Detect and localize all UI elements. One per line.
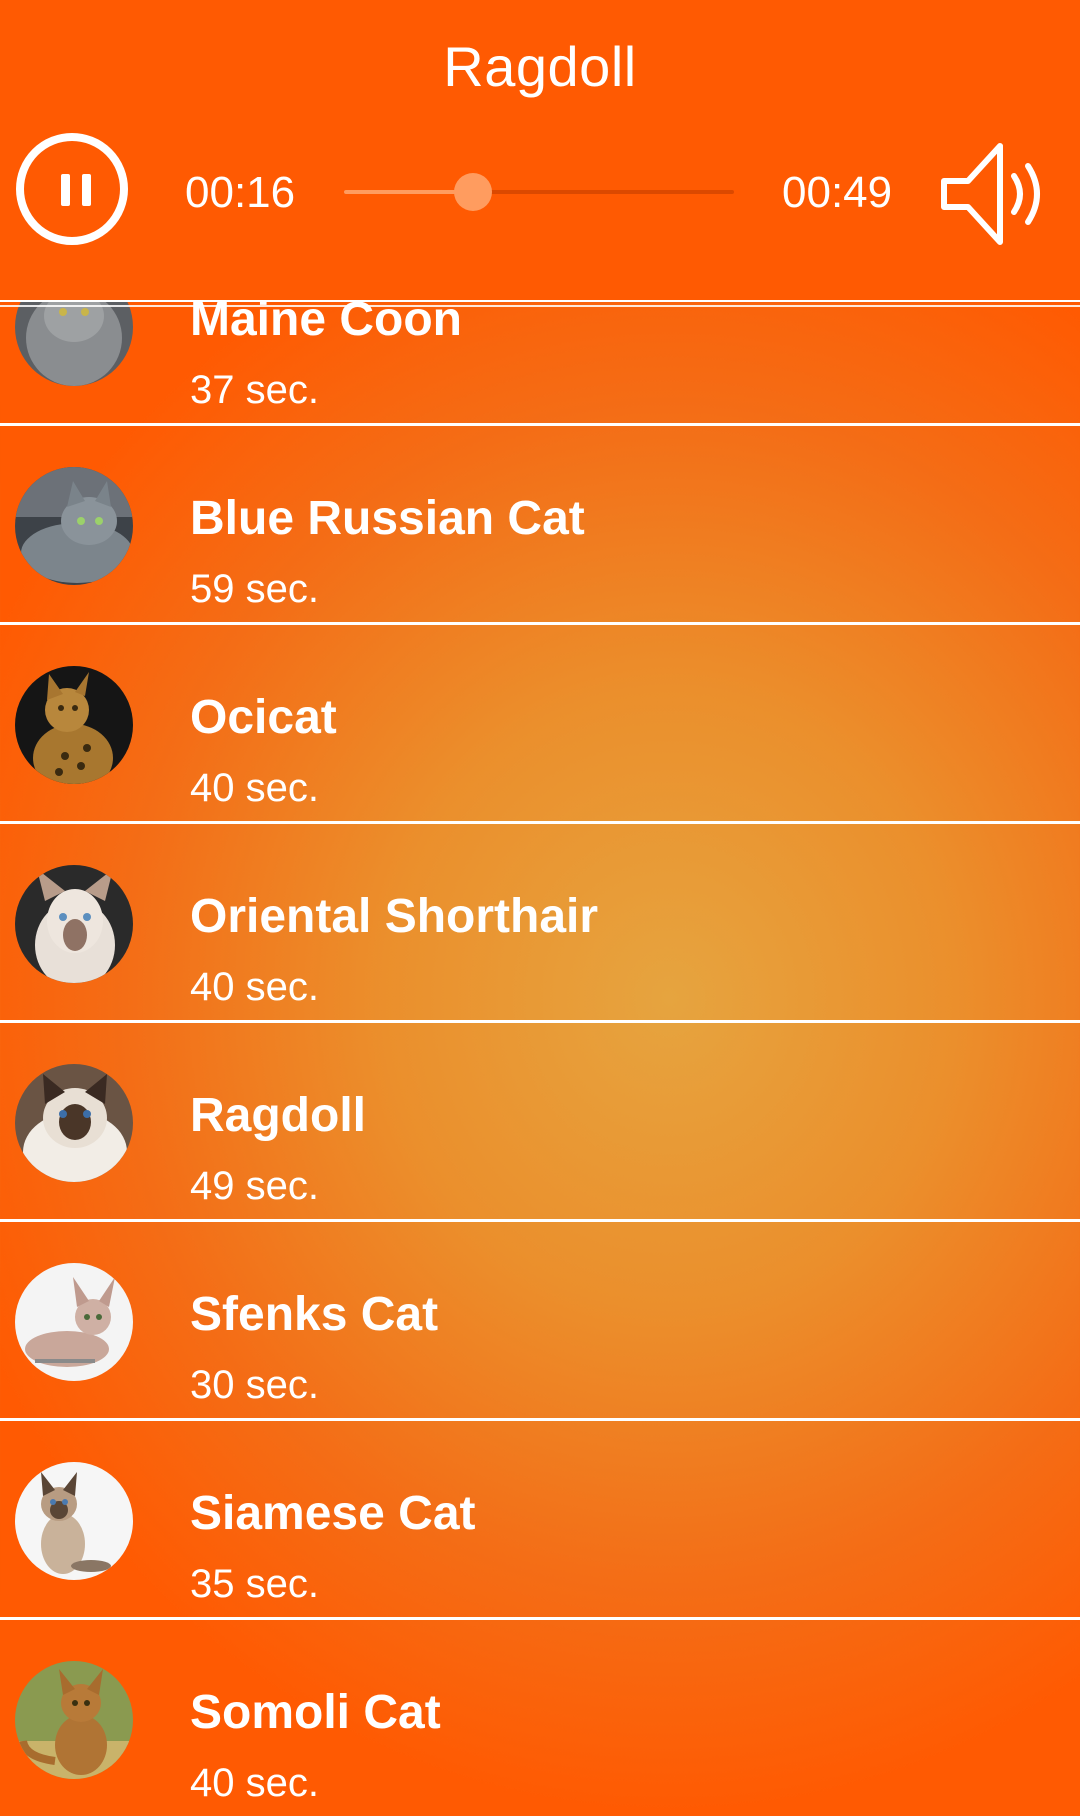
- pause-icon-bar: [82, 174, 91, 206]
- current-time: 00:16: [185, 168, 296, 217]
- track-title: Ocicat: [190, 691, 337, 744]
- cat-thumbnail-siamese: [15, 1462, 133, 1580]
- cat-thumbnail-ragdoll: [15, 1064, 133, 1182]
- pause-button[interactable]: [16, 133, 128, 245]
- list-item[interactable]: Ocicat 40 sec.: [0, 625, 1080, 824]
- track-length: 40 sec.: [190, 1761, 319, 1805]
- track-length: 40 sec.: [190, 766, 319, 810]
- audio-player: Ragdoll 00:16 00:49: [0, 0, 1080, 307]
- list-item[interactable]: Blue Russian Cat 59 sec.: [0, 426, 1080, 625]
- seek-thumb[interactable]: [453, 173, 492, 211]
- pause-icon: [61, 174, 70, 206]
- cat-thumbnail-blue-russian: [15, 467, 133, 585]
- track-title: Ragdoll: [190, 1089, 366, 1142]
- list-item[interactable]: Somoli Cat 40 sec.: [0, 1620, 1080, 1819]
- volume-icon[interactable]: [938, 138, 1053, 250]
- seek-bar[interactable]: [344, 173, 734, 211]
- now-playing-title: Ragdoll: [443, 35, 637, 98]
- track-title: Blue Russian Cat: [190, 492, 585, 545]
- track-duration: 00:49: [782, 168, 893, 217]
- list-item[interactable]: Ragdoll 49 sec.: [0, 1023, 1080, 1222]
- list-item[interactable]: Sfenks Cat 30 sec.: [0, 1222, 1080, 1421]
- track-title: Oriental Shorthair: [190, 890, 599, 943]
- track-length: 30 sec.: [190, 1363, 319, 1407]
- track-list: Maine Coon 37 sec. Blue Russian Cat 59 s…: [0, 227, 1080, 1819]
- cat-thumbnail-sfenks: [15, 1263, 133, 1381]
- track-length: 37 sec.: [190, 368, 319, 412]
- cat-thumbnail-oriental-shorthair: [15, 865, 133, 983]
- list-item[interactable]: Oriental Shorthair 40 sec.: [0, 824, 1080, 1023]
- cat-thumbnail-ocicat: [15, 666, 133, 784]
- track-length: 59 sec.: [190, 567, 319, 611]
- track-length: 35 sec.: [190, 1562, 319, 1606]
- cat-thumbnail-somoli: [15, 1661, 133, 1779]
- track-title: Siamese Cat: [190, 1487, 476, 1540]
- track-title: Sfenks Cat: [190, 1288, 439, 1341]
- track-length: 40 sec.: [190, 965, 319, 1009]
- track-title: Somoli Cat: [190, 1686, 441, 1739]
- list-item[interactable]: Siamese Cat 35 sec.: [0, 1421, 1080, 1620]
- track-length: 49 sec.: [190, 1164, 319, 1208]
